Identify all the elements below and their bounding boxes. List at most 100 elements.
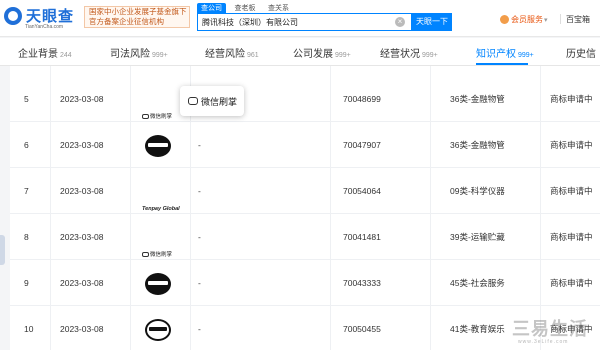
tab-label: 企业背景 [18, 49, 58, 60]
trademark-name: - [198, 186, 201, 196]
table-row[interactable]: 8 2023-03-08 微信刷掌 - 70041481 39类-运输贮藏 商标… [10, 215, 600, 260]
apply-date: 2023-03-08 [60, 186, 104, 196]
tab-label: 经营风险 [205, 49, 245, 60]
section-tabbar: 企业背景 244 司法风险 999+ 经营风险 961 公司发展 999+ 经营状况 99… [0, 38, 600, 66]
tab-count: 999+ [335, 52, 351, 59]
tianyancha-logo[interactable]: 天眼查 TianYanCha.com [4, 5, 84, 31]
international-class: 41类-教育娱乐 [450, 324, 505, 334]
header-divider [560, 14, 561, 24]
tab-count: 999+ [422, 52, 438, 59]
registration-number: 70050455 [343, 324, 381, 334]
wechat-icon [142, 252, 149, 258]
tab-judicial-risk[interactable]: 司法风险 999+ [110, 45, 168, 60]
trademark-logo [142, 271, 176, 297]
tab-label: 公司发展 [293, 49, 333, 60]
search-input[interactable] [202, 16, 387, 28]
international-class: 09类-科学仪器 [450, 186, 505, 196]
table-row[interactable]: 7 2023-03-08 Tenpay Global - 70054064 09… [10, 169, 600, 214]
row-index: 7 [24, 186, 29, 196]
table-row[interactable]: 9 2023-03-08 - 70043333 45类-社会服务 商标申请中 [10, 261, 600, 306]
trademark-preview-popover: 微信刷掌 [180, 86, 244, 116]
active-tab-indicator [476, 63, 528, 65]
badge-line-1: 国家中小企业发展子基金旗下 [89, 7, 187, 16]
disc-logo-icon [145, 273, 171, 295]
search-box: × [197, 13, 412, 31]
ring-logo-icon [145, 319, 171, 341]
toolbox-link[interactable]: 百宝箱 [566, 14, 590, 25]
trademark-logo: 微信刷掌 [142, 225, 176, 258]
trademark-logo: Tenpay Global [142, 179, 180, 212]
trademark-image[interactable]: Tenpay Global [140, 169, 180, 214]
tab-label: 经营状况 [380, 49, 420, 60]
tab-enterprise-background[interactable]: 企业背景 244 [18, 45, 72, 60]
chevron-down-icon: ▾ [544, 17, 548, 24]
tab-history[interactable]: 历史信 [566, 45, 596, 60]
wechat-icon [142, 114, 149, 120]
registration-number: 70054064 [343, 186, 381, 196]
member-label: 会员服务 [511, 15, 543, 24]
tab-count: 244 [60, 52, 72, 59]
apply-date: 2023-03-08 [60, 324, 104, 334]
watermark-sub: www.3eLife.com [518, 339, 569, 345]
registration-number: 70047907 [343, 140, 381, 150]
watermark: 三易生活 www.3eLife.com [512, 315, 598, 347]
member-service-menu[interactable]: 会员服务▾ [500, 14, 548, 25]
trademark-image[interactable]: 微信刷掌 [140, 215, 180, 260]
international-class: 36类-金融物管 [450, 94, 505, 104]
row-index: 8 [24, 232, 29, 242]
table-row[interactable]: 5 2023-03-08 微信刷掌 70048699 36类-金融物管 商标申请… [10, 77, 600, 122]
international-class: 45类-社会服务 [450, 278, 505, 288]
trademark-name: - [198, 140, 201, 150]
eye-logo-icon [4, 7, 22, 25]
table-row[interactable]: 6 2023-03-08 - 70047907 36类-金融物管 商标申请中 [10, 123, 600, 168]
apply-date: 2023-03-08 [60, 140, 104, 150]
side-scroll-handle[interactable] [0, 235, 5, 265]
trademark-table: 5 2023-03-08 微信刷掌 70048699 36类-金融物管 商标申请… [10, 66, 600, 350]
wechat-icon [188, 97, 198, 105]
popover-label: 微信刷掌 [201, 97, 238, 107]
search-type-tabs: 查公司 查老板 查关系 [197, 2, 295, 14]
tab-count: 961 [247, 52, 259, 59]
registration-number: 70041481 [343, 232, 381, 242]
apply-date: 2023-03-08 [60, 94, 104, 104]
apply-date: 2023-03-08 [60, 278, 104, 288]
trademark-image[interactable] [140, 123, 180, 168]
row-index: 6 [24, 140, 29, 150]
trademark-name: - [198, 232, 201, 242]
tab-company-development[interactable]: 公司发展 999+ [293, 45, 351, 60]
trademark-image[interactable] [140, 261, 180, 306]
trademark-status: 商标申请中 [550, 140, 593, 150]
tab-count: 999+ [152, 52, 168, 59]
registration-number: 70048699 [343, 94, 381, 104]
international-class: 39类-运输贮藏 [450, 232, 505, 242]
tab-label: 司法风险 [110, 49, 150, 60]
tab-intellectual-property[interactable]: 知识产权 999+ [476, 45, 534, 60]
clear-icon[interactable]: × [395, 17, 405, 27]
tab-operating-risk[interactable]: 经营风险 961 [205, 45, 259, 60]
watermark-main: 三易生活 [512, 319, 588, 340]
row-index: 5 [24, 94, 29, 104]
trademark-status: 商标申请中 [550, 278, 593, 288]
apply-date: 2023-03-08 [60, 232, 104, 242]
logo-sub: TianYanCha.com [25, 24, 64, 30]
international-class: 36类-金融物管 [450, 140, 505, 150]
top-header: 天眼查 TianYanCha.com 国家中小企业发展子基金旗下 官方备案企业征… [0, 0, 600, 37]
trademark-name: - [198, 324, 201, 334]
trademark-image[interactable] [140, 307, 180, 350]
official-badge: 国家中小企业发展子基金旗下 官方备案企业征信机构 [84, 6, 190, 28]
logo-text: 天眼查 [26, 8, 75, 25]
trademark-name: - [198, 278, 201, 288]
trademark-status: 商标申请中 [550, 186, 593, 196]
row-index: 9 [24, 278, 29, 288]
trademark-logo [142, 133, 176, 159]
trademark-logo [142, 317, 176, 343]
trademark-status: 商标申请中 [550, 232, 593, 242]
trademark-image[interactable]: 微信刷掌 [140, 77, 180, 122]
tab-label: 知识产权 [476, 49, 516, 60]
search-button[interactable]: 天眼一下 [412, 13, 452, 31]
disc-logo-icon [145, 135, 171, 157]
trademark-status: 商标申请中 [550, 94, 593, 104]
tab-count: 999+ [518, 52, 534, 59]
tab-business-status[interactable]: 经营状况 999+ [380, 45, 438, 60]
registration-number: 70043333 [343, 278, 381, 288]
